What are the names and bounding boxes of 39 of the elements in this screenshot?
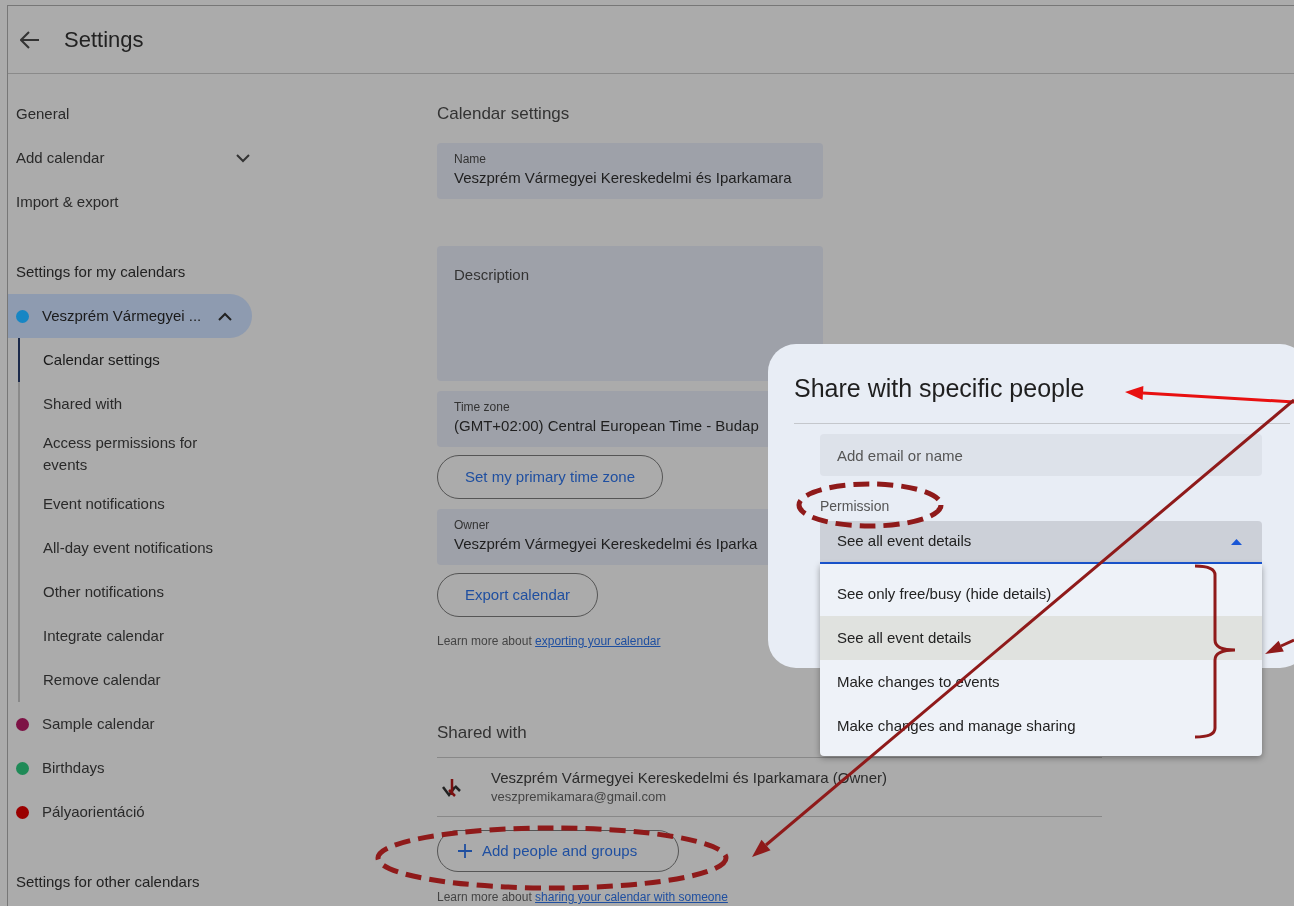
help-link[interactable]: sharing your calendar with someone <box>535 890 728 904</box>
calendar-submenu-item[interactable]: Calendar settings <box>18 338 238 382</box>
sidebar-item[interactable]: Add calendar <box>8 136 250 180</box>
back-arrow-icon[interactable] <box>20 30 40 49</box>
calendar-name: Veszprém Vármegyei ... <box>42 305 203 326</box>
calendar-submenu-item[interactable]: Remove calendar <box>20 658 240 702</box>
section-title: Shared with <box>437 722 527 744</box>
calendar-submenu-item[interactable]: Event notifications <box>20 482 240 526</box>
calendar-name: Pályaorientáció <box>42 801 146 822</box>
calendar-submenu-item[interactable]: Access permissions for events <box>20 426 240 482</box>
page-title: Settings <box>64 26 144 54</box>
calendar-item[interactable]: Veszprém Vármegyei ... <box>8 294 252 338</box>
section-heading: Settings for other calendars <box>15 871 201 892</box>
email-input-field[interactable]: Add email or name <box>820 434 1262 476</box>
chevron-down-icon <box>236 153 250 163</box>
permission-label: Permission <box>820 497 890 515</box>
calendar-submenu-item[interactable]: Integrate calendar <box>20 614 240 658</box>
section-title: Calendar settings <box>437 103 570 125</box>
plus-icon <box>458 844 472 858</box>
triangle-up-icon <box>1231 538 1242 545</box>
calendar-item[interactable]: Pályaorientáció <box>8 790 252 834</box>
calendar-name: Sample calendar <box>42 713 156 734</box>
calendar-item[interactable]: Birthdays <box>8 746 252 790</box>
calendar-submenu-item[interactable]: Shared with <box>20 382 240 426</box>
calendar-submenu-item[interactable]: Other notifications <box>20 570 240 614</box>
text-field[interactable]: Name Veszprém Vármegyei Kereskedelmi és Iparkamara <box>437 143 823 199</box>
menu-option[interactable]: See all event details <box>820 616 1262 660</box>
calendar-item[interactable]: Sample calendar <box>8 702 252 746</box>
sidebar-item[interactable]: General <box>8 92 250 136</box>
section-heading: Settings for my calendars <box>15 261 187 282</box>
sidebar-item[interactable]: Import & export <box>8 180 250 224</box>
calendar-name: Birthdays <box>42 757 106 778</box>
help-text: Learn more about sharing your calendar with someone <box>437 889 729 905</box>
chevron-up-icon <box>218 311 232 321</box>
permission-select[interactable]: See all event details <box>820 521 1262 564</box>
member-email: veszpremikamara@gmail.com <box>491 788 668 806</box>
calendar-submenu-item[interactable]: All-day event notifications <box>20 526 240 570</box>
help-link[interactable]: exporting your calendar <box>535 634 661 648</box>
menu-option[interactable]: See only free/busy (hide details) <box>820 572 1262 616</box>
